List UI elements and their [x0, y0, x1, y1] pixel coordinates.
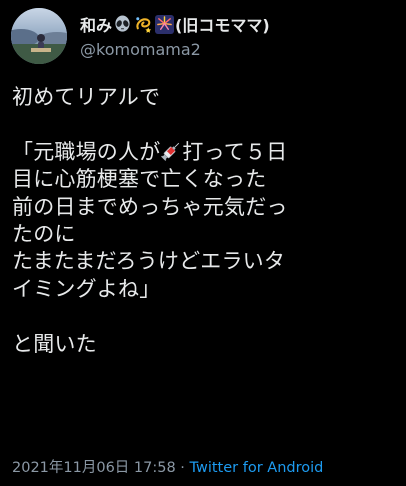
- tweet-line: 前の日までめっちゃ元気だっ: [12, 194, 288, 219]
- meta-separator: ·: [175, 460, 190, 476]
- handle[interactable]: @komomama2: [80, 40, 270, 59]
- display-name[interactable]: 和み (旧コモママ): [80, 12, 270, 36]
- tweet-line: と聞いた: [12, 331, 97, 356]
- tweet-line: 目に心筋梗塞で亡くなった: [12, 167, 267, 192]
- tweet-line: たまたまだろうけどエラいタ: [12, 249, 286, 274]
- tweet-text: 初めてリアルで 「元職場の人が 打って５日 目に心筋梗塞で亡くなった 前の日まで…: [12, 84, 404, 358]
- tweet-author: 和み (旧コモママ) @komomama2: [80, 12, 270, 59]
- tweet-line-segment: 「元職場の人が: [12, 139, 161, 164]
- alien-emoji-icon: [113, 14, 132, 34]
- display-name-text: 和み: [80, 16, 113, 35]
- avatar[interactable]: [11, 8, 67, 64]
- tweet-line-segment: 打って５日: [182, 139, 288, 164]
- tweet: 和み (旧コモママ) @komomama2 初めてリアルで 「元職場の人が 打っ…: [0, 0, 406, 486]
- tweet-blank-line: [12, 303, 404, 330]
- tweet-line: イミングよね」: [12, 276, 161, 301]
- dizzy-emoji-icon: [134, 15, 153, 34]
- tweet-timestamp[interactable]: 2021年11月06日 17:58: [12, 460, 176, 476]
- display-name-suffix: (旧コモママ): [175, 16, 270, 35]
- tweet-line: 初めてリアルで: [12, 85, 161, 109]
- tweet-meta: 2021年11月06日 17:58 · Twitter for Android: [12, 456, 323, 477]
- tweet-line: たのに: [12, 222, 76, 247]
- tweet-source-link[interactable]: Twitter for Android: [190, 460, 324, 476]
- tweet-line: 「元職場の人が 打って５日: [12, 139, 404, 166]
- syringe-emoji-icon: [160, 140, 182, 162]
- fireworks-emoji-icon: [155, 14, 175, 34]
- tweet-blank-line: [12, 111, 404, 138]
